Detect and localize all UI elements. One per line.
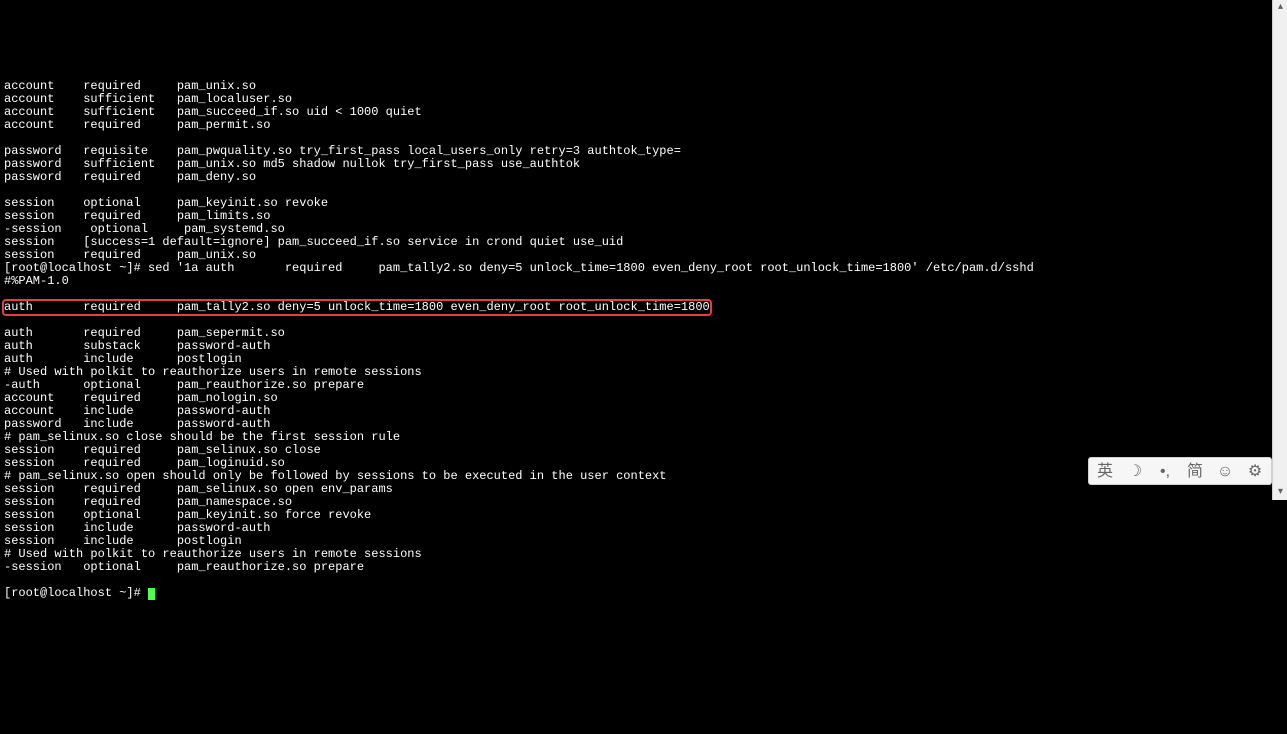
terminal-lines-before: account required pam_unix.so account suf…: [4, 80, 1283, 288]
terminal-lines-after: auth required pam_sepermit.so auth subst…: [4, 327, 1283, 574]
scroll-up-button[interactable]: ▴: [1273, 0, 1287, 15]
cursor-icon: [148, 588, 155, 600]
shell-prompt: [root@localhost ~]#: [4, 586, 148, 600]
terminal-output[interactable]: account required pam_unix.so account suf…: [0, 52, 1287, 617]
ime-toolbar[interactable]: 英 ☽ •, 简 ☺ ⚙: [1088, 457, 1272, 485]
gear-icon[interactable]: ⚙: [1245, 461, 1265, 481]
ime-charset-button[interactable]: 简: [1185, 461, 1205, 481]
vertical-scrollbar[interactable]: ▴ ▾: [1272, 0, 1287, 500]
moon-icon[interactable]: ☽: [1125, 461, 1145, 481]
highlighted-pam-line: auth required pam_tally2.so deny=5 unloc…: [4, 301, 710, 314]
smile-icon[interactable]: ☺: [1215, 461, 1235, 481]
scroll-down-button[interactable]: ▾: [1273, 485, 1287, 500]
punctuation-icon[interactable]: •,: [1155, 461, 1175, 481]
ime-lang-button[interactable]: 英: [1095, 461, 1115, 481]
